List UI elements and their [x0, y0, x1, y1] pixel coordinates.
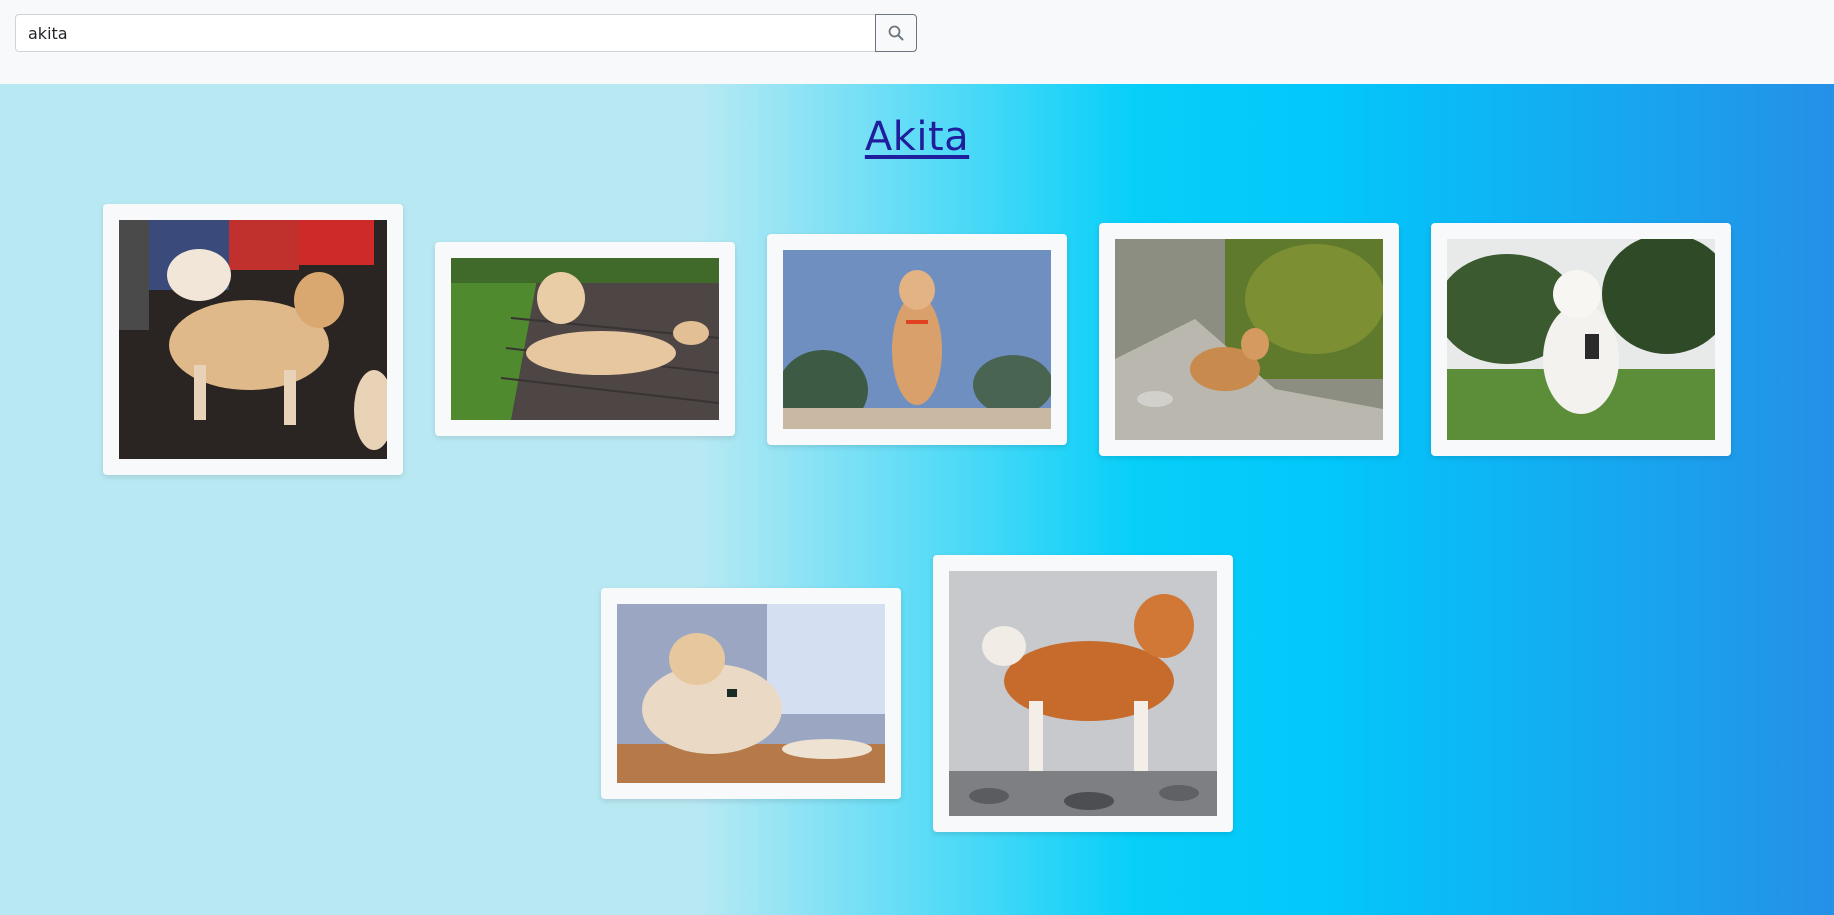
dog-image-card[interactable] — [933, 555, 1233, 832]
dog-image-card[interactable] — [103, 204, 403, 475]
dog-image-card[interactable] — [601, 588, 901, 799]
dog-photo — [451, 258, 719, 420]
top-bar — [0, 0, 1834, 84]
dog-photo — [617, 604, 885, 783]
search-icon — [888, 25, 904, 41]
dog-photo — [783, 250, 1051, 429]
dog-photo — [949, 571, 1217, 816]
dog-photo — [1115, 239, 1383, 440]
dog-image-card[interactable] — [1431, 223, 1731, 456]
dog-photo — [1447, 239, 1715, 440]
dog-image-card[interactable] — [767, 234, 1067, 445]
search-input[interactable] — [15, 14, 876, 52]
dog-photo — [119, 220, 387, 459]
breed-title-link[interactable]: Akita — [0, 114, 1834, 160]
search-button[interactable] — [875, 14, 917, 52]
dog-image-card[interactable] — [1099, 223, 1399, 456]
breed-gallery: Akita — [0, 84, 1834, 915]
dog-image-card[interactable] — [435, 242, 735, 436]
